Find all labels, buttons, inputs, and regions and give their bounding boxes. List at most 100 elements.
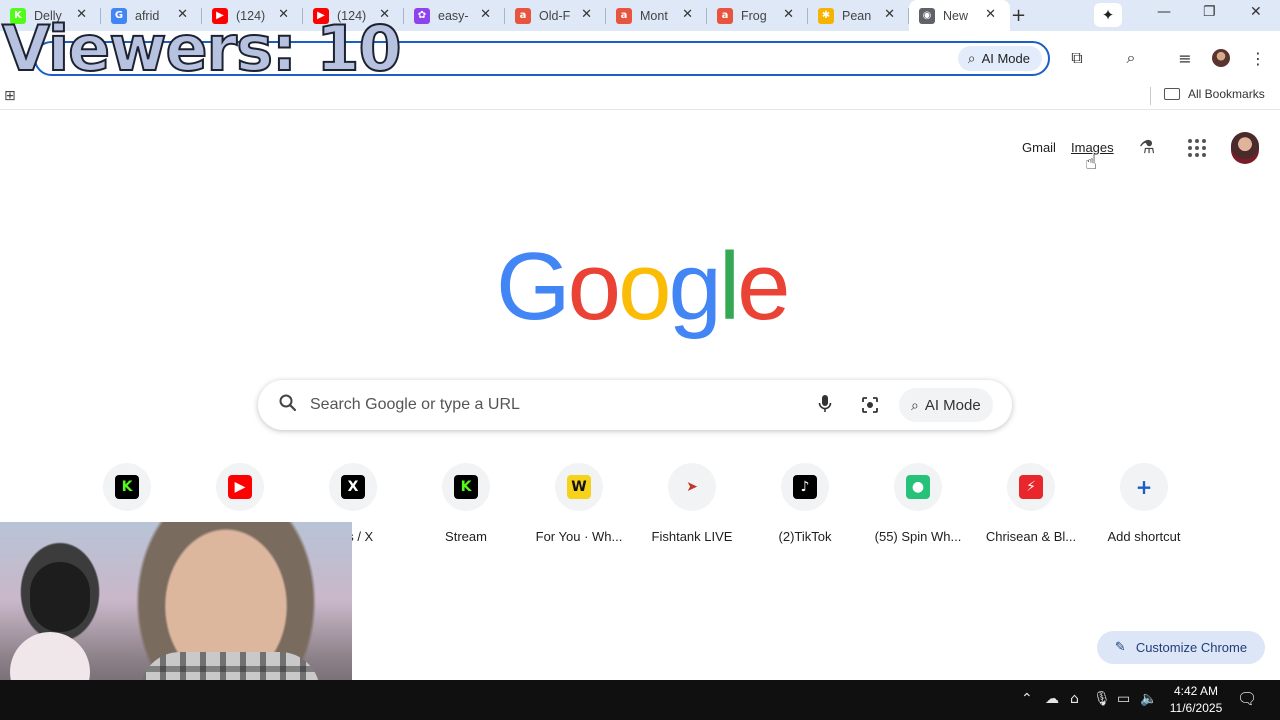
- shortcut-circle: K: [103, 463, 151, 511]
- google-apps-icon[interactable]: [1186, 137, 1208, 159]
- omnibox-ai-mode-label: AI Mode: [981, 51, 1030, 66]
- tab-favicon-icon: ✱: [818, 7, 834, 24]
- close-window-button[interactable]: ✕: [1250, 4, 1262, 20]
- shortcut-tile[interactable]: W For You · Wh...: [523, 463, 635, 544]
- shortcut-tile[interactable]: ➤ Fishtank LIVE: [636, 463, 748, 544]
- restore-button[interactable]: ❐: [1203, 4, 1216, 20]
- shortcut-icon: X: [341, 475, 365, 499]
- gemini-icon: ✦: [1101, 7, 1115, 24]
- tab-title: Mont: [640, 8, 668, 23]
- tab-close-icon[interactable]: ✕: [985, 7, 996, 22]
- tab-title: Old-F: [539, 8, 571, 23]
- ai-mode-search-icon: ⌕: [911, 396, 919, 413]
- volume-icon[interactable]: 🔈: [1140, 691, 1157, 707]
- tab-favicon-icon: ✿: [414, 7, 430, 24]
- tab-title: Pean: [842, 8, 872, 23]
- ai-mode-button[interactable]: ⌕ AI Mode: [899, 388, 993, 422]
- shortcut-circle: ➤: [668, 463, 716, 511]
- shortcut-icon: ➤: [680, 475, 704, 499]
- tab-close-icon[interactable]: ✕: [682, 7, 693, 22]
- notification-icon[interactable]: 🗨: [1237, 689, 1257, 708]
- shortcut-tile[interactable]: + Add shortcut: [1088, 463, 1200, 544]
- omnibox-ai-mode-button[interactable]: ⌕ AI Mode: [957, 46, 1042, 71]
- microphone-icon[interactable]: 🎙: [1093, 691, 1111, 707]
- lens-search-icon[interactable]: [860, 395, 880, 415]
- gmail-link[interactable]: Gmail: [1022, 140, 1056, 155]
- chrome-menu-icon[interactable]: ⋮: [1247, 47, 1269, 69]
- tab-close-icon[interactable]: ✕: [884, 7, 895, 22]
- customize-chrome-button[interactable]: ✎ Customize Chrome: [1097, 631, 1265, 664]
- shortcut-tile[interactable]: ● (55) Spin Wh...: [862, 463, 974, 544]
- mouse-cursor-icon: ☝: [1085, 150, 1098, 174]
- tab[interactable]: ✱ Pean ✕: [808, 0, 909, 31]
- tab-close-icon[interactable]: ✕: [581, 7, 592, 22]
- minimize-button[interactable]: —: [1157, 4, 1171, 20]
- clock-date: 11/6/2025: [1169, 701, 1223, 715]
- tab-favicon-icon: a: [717, 7, 733, 24]
- tab-title: easy-: [438, 8, 469, 23]
- shortcut-label: For You · Wh...: [535, 529, 623, 544]
- tab-favicon-icon: a: [616, 7, 632, 24]
- shortcut-label: Stream: [445, 529, 487, 544]
- shortcut-tile[interactable]: ⚡ Chrisean & Bl...: [975, 463, 1087, 544]
- shortcut-circle: ▶: [216, 463, 264, 511]
- shortcut-circle: ♪: [781, 463, 829, 511]
- shortcut-icon: W: [567, 475, 591, 499]
- extensions-icon[interactable]: ⧉: [1066, 47, 1088, 69]
- shortcut-circle: K: [442, 463, 490, 511]
- new-tab-button[interactable]: +: [1011, 5, 1026, 26]
- shortcut-icon: ♪: [793, 475, 817, 499]
- labs-flask-icon[interactable]: ⚗: [1139, 137, 1155, 158]
- pencil-icon: ✎: [1114, 640, 1126, 655]
- shortcut-icon: K: [454, 475, 478, 499]
- taskbar-clock[interactable]: 4:42 AM 11/6/2025: [1160, 683, 1232, 717]
- bookmarks-separator: [1150, 87, 1151, 105]
- tab[interactable]: ✿ easy- ✕: [404, 0, 505, 31]
- tray-overflow-chevron-icon[interactable]: ⌃: [1021, 691, 1033, 707]
- tab-title: Frog: [741, 8, 767, 23]
- shortcut-tile[interactable]: K Stream: [410, 463, 522, 544]
- ai-mode-label: AI Mode: [924, 396, 981, 414]
- all-bookmarks-label: All Bookmarks: [1188, 87, 1265, 101]
- network-icon[interactable]: ▭: [1117, 691, 1130, 707]
- microphone-image: [30, 562, 90, 632]
- tab-close-icon[interactable]: ✕: [480, 7, 491, 22]
- shortcut-circle: ⚡: [1007, 463, 1055, 511]
- gemini-button[interactable]: ✦: [1094, 3, 1122, 27]
- all-bookmarks-button[interactable]: All Bookmarks: [1164, 87, 1265, 101]
- tab-close-icon[interactable]: ✕: [783, 7, 794, 22]
- voice-search-icon[interactable]: [818, 394, 832, 419]
- media-controls-icon[interactable]: ≡: [1174, 47, 1196, 69]
- account-avatar[interactable]: [1231, 132, 1259, 164]
- shortcut-tile[interactable]: ♪ (2)TikTok: [749, 463, 861, 544]
- usb-icon[interactable]: ⌂: [1070, 691, 1079, 707]
- taskbar: ⌃ ☁ ⌂ 🎙 ▭ 🔈 4:42 AM 11/6/2025 🗨: [0, 680, 1280, 720]
- apps-grid-icon[interactable]: ⊞: [4, 88, 16, 104]
- shortcut-tile[interactable]: K: [71, 463, 183, 529]
- shortcut-icon: K: [115, 475, 139, 499]
- shortcut-label: Fishtank LIVE: [651, 529, 733, 544]
- folder-icon: [1164, 88, 1180, 100]
- search-input[interactable]: [310, 380, 800, 430]
- bookmarks-bar: ⊞ All Bookmarks: [0, 82, 1280, 110]
- tab[interactable]: a Frog ✕: [707, 0, 808, 31]
- google-logo: Google: [496, 233, 791, 340]
- tab[interactable]: a Mont ✕: [606, 0, 707, 31]
- shortcut-tile[interactable]: ▶: [184, 463, 296, 529]
- shortcut-icon: ▶: [228, 475, 252, 499]
- shortcut-label: Chrisean & Bl...: [985, 529, 1077, 544]
- customize-chrome-label: Customize Chrome: [1135, 640, 1248, 655]
- shortcut-icon: ⚡: [1019, 475, 1043, 499]
- tab[interactable]: a Old-F ✕: [505, 0, 606, 31]
- shortcut-circle: ●: [894, 463, 942, 511]
- tab-favicon-icon: a: [515, 7, 531, 24]
- viewers-count-overlay: Viewers: 10: [1, 12, 403, 85]
- shortcut-icon: ●: [906, 475, 930, 499]
- tab-search-icon[interactable]: ⌕: [1120, 47, 1142, 69]
- tab[interactable]: ◉ New ✕: [909, 0, 1010, 31]
- cloud-icon[interactable]: ☁: [1045, 691, 1059, 707]
- clock-time: 4:42 AM: [1173, 684, 1219, 698]
- profile-avatar[interactable]: [1210, 47, 1232, 69]
- ai-mode-icon: ⌕: [967, 50, 976, 66]
- tab-favicon-icon: ◉: [919, 7, 935, 24]
